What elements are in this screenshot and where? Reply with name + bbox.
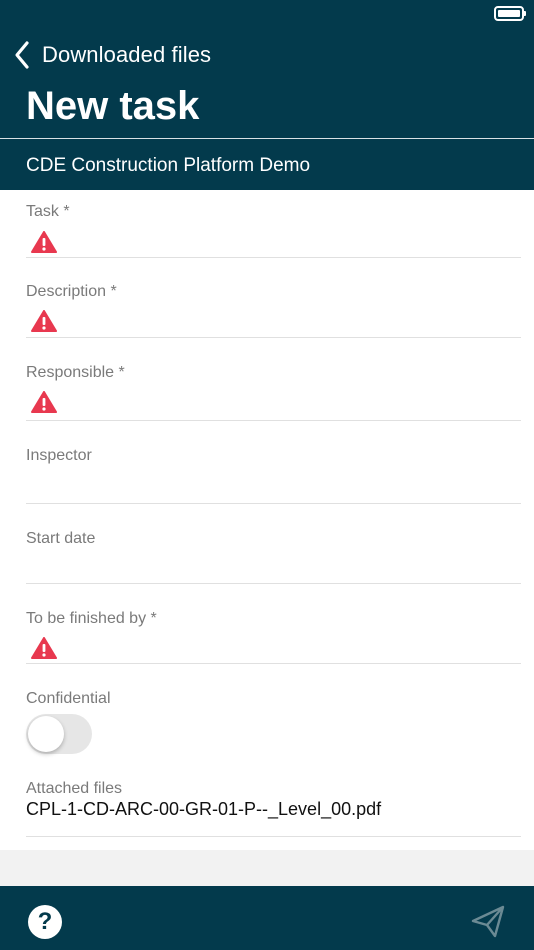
description-label: Description *: [26, 283, 117, 300]
question-circle-icon: ?: [37, 908, 53, 935]
alert-triangle-icon: [31, 310, 57, 332]
task-label: Task *: [26, 203, 70, 220]
back-label: Downloaded files: [42, 42, 212, 67]
start-date-label: Start date: [26, 530, 96, 547]
task-form: Task * Description * Responsible * Inspe…: [0, 190, 534, 850]
paper-plane-icon[interactable]: [470, 904, 506, 940]
description-field[interactable]: Description *: [26, 258, 521, 338]
alert-triangle-icon: [31, 231, 57, 253]
start-date-field[interactable]: Start date: [26, 504, 521, 584]
page-title: New task: [26, 84, 200, 128]
chevron-left-icon: [15, 41, 29, 69]
inspector-label: Inspector: [26, 447, 92, 464]
alert-triangle-icon: [31, 391, 57, 413]
back-button[interactable]: Downloaded files: [12, 38, 211, 72]
battery-icon: [494, 6, 526, 21]
toggle-knob: [28, 716, 64, 752]
project-name: CDE Construction Platform Demo: [26, 155, 311, 176]
responsible-label: Responsible *: [26, 364, 125, 381]
attached-file-name[interactable]: CPL-1-CD-ARC-00-GR-01-P--_Level_00.pdf: [26, 799, 381, 820]
attached-files-label: Attached files: [26, 780, 123, 797]
finish-by-label: To be finished by *: [26, 610, 157, 627]
header-divider: [0, 138, 534, 139]
alert-triangle-icon: [31, 637, 57, 659]
finish-by-field[interactable]: To be finished by *: [26, 584, 521, 664]
help-button[interactable]: ?: [28, 905, 62, 939]
attached-files-section: Attached files CPL-1-CD-ARC-00-GR-01-P--…: [26, 780, 521, 837]
inspector-field[interactable]: Inspector: [26, 421, 521, 504]
bottom-toolbar: ?: [0, 886, 534, 950]
header: Downloaded files New task CDE Constructi…: [0, 0, 534, 190]
confidential-label: Confidential: [26, 690, 111, 707]
confidential-toggle[interactable]: [26, 714, 92, 754]
responsible-field[interactable]: Responsible *: [26, 338, 521, 421]
task-field[interactable]: Task *: [26, 190, 521, 258]
